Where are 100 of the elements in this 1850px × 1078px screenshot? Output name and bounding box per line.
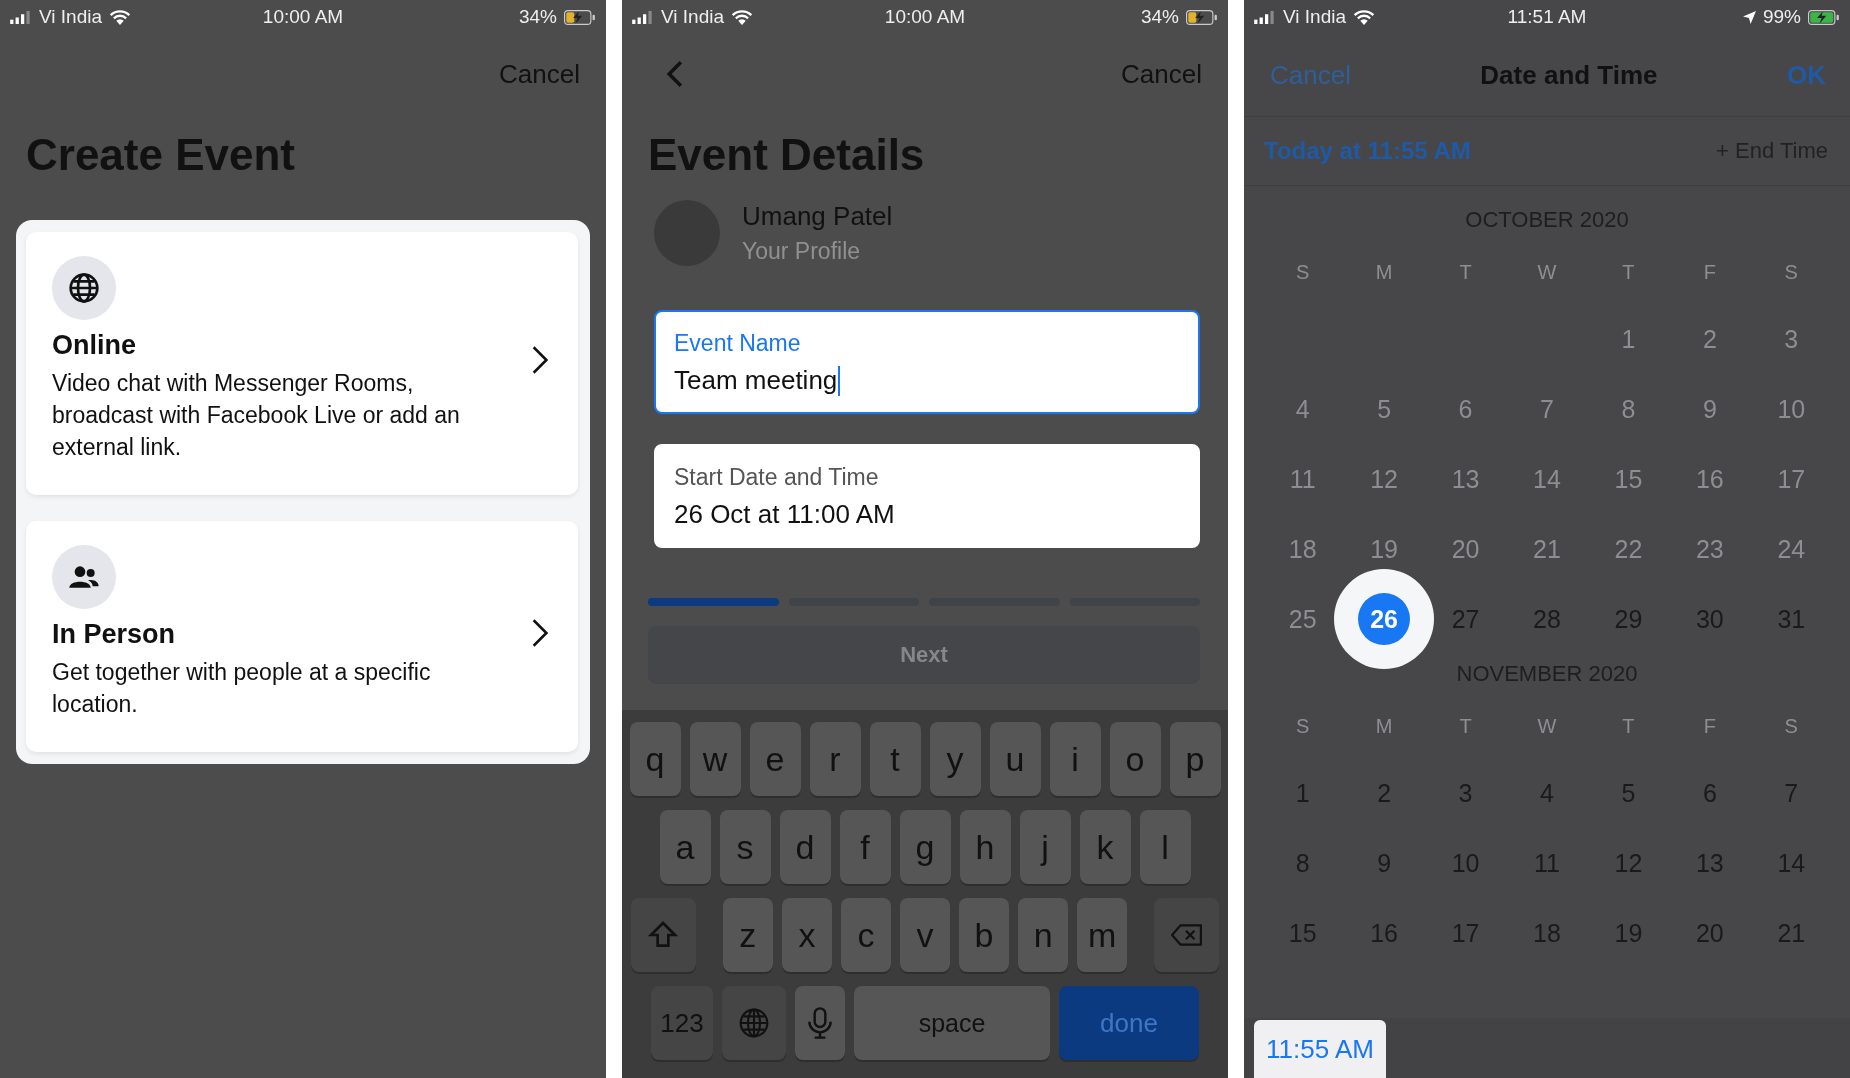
keyboard-key[interactable]: h [959,810,1011,884]
keyboard-key[interactable]: q [629,722,681,796]
signal-icon [10,10,32,24]
calendar-day[interactable]: 15 [1614,464,1643,494]
keyboard-key[interactable]: d [779,810,831,884]
status-time: 10:00 AM [884,6,966,28]
keyboard-key[interactable]: w [689,722,741,796]
calendar-day[interactable]: 19 [1370,534,1399,564]
space-key[interactable]: space [854,986,1050,1060]
input-field[interactable]: Event Name Team meeting [654,310,1200,414]
weekday-label: F [1703,260,1716,285]
keyboard-key[interactable]: y [929,722,981,796]
calendar-day[interactable]: 7 [1540,394,1554,424]
event-type-option[interactable]: Online Video chat with Messenger Rooms, broadcast with Facebook Live or add an external link. [26,232,578,495]
keyboard-key[interactable]: j [1019,810,1071,884]
calendar-day[interactable]: 3 [1784,324,1799,354]
cancel-button[interactable]: Cancel [499,58,580,90]
calendar-day[interactable]: 26 [1358,593,1411,645]
carrier-name: Vi India [39,6,103,28]
screen-title: Date and Time [1480,59,1658,91]
weekday-label: W [1537,260,1557,285]
calendar-day[interactable]: 21 [1533,534,1561,564]
keyboard-key[interactable]: f [839,810,891,884]
calendar-day[interactable]: 13 [1451,464,1480,494]
battery-percent: 34% [518,6,557,28]
screen-title: Event Details [648,129,926,181]
keyboard-key[interactable]: m [1077,898,1128,972]
event-type-option[interactable]: In Person Get together with people at a specific location. [26,521,578,752]
wifi-icon [731,9,754,25]
weekday-label: M [1375,260,1393,285]
calendar-day[interactable]: 10 [1777,394,1806,424]
battery-percent: 99% [1762,6,1801,28]
weekday-label: M [1375,714,1393,739]
calendar-day[interactable]: 23 [1695,534,1724,564]
back-chevron-icon[interactable] [666,60,684,88]
keyboard-key[interactable]: i [1049,722,1101,796]
wifi-icon [109,9,132,25]
weekday-label: W [1537,714,1557,739]
keyboard-key[interactable]: s [719,810,771,884]
screen-title: Create Event [26,129,296,181]
globe-key[interactable] [722,986,786,1060]
wifi-icon [1353,9,1376,25]
delete-key[interactable] [1154,898,1219,972]
carrier-name: Vi India [1283,6,1347,28]
calendar-day[interactable]: 6 [1458,394,1473,424]
keyboard-key[interactable]: z [722,898,773,972]
weekday-label: F [1703,714,1716,739]
cancel-button[interactable]: Cancel [1121,58,1202,90]
option-title: Online [52,330,137,361]
weekday-label: S [1296,260,1310,285]
calendar-day[interactable]: 16 [1695,464,1724,494]
keyboard-key[interactable]: u [989,722,1041,796]
option-description: Get together with people at a specific location. [52,658,432,719]
keyboard-key[interactable]: b [959,898,1010,972]
calendar-day[interactable]: 4 [1295,394,1310,424]
start-time-button[interactable]: Today at 11:55 AM [1264,137,1471,165]
keyboard-key[interactable]: l [1139,810,1191,884]
calendar-day[interactable]: 8 [1621,394,1636,424]
calendar-day[interactable]: 11 [1289,464,1316,494]
microphone-key[interactable] [795,986,845,1060]
keyboard-key[interactable]: p [1169,722,1221,796]
input-field[interactable]: Start Date and Time 26 Oct at 11:00 AM [654,444,1200,548]
keyboard-key[interactable]: n [1018,898,1069,972]
weekday-label: T [1622,714,1635,739]
weekday-label: T [1622,260,1635,285]
keyboard-key[interactable]: v [899,898,951,972]
calendar-day[interactable]: 22 [1614,534,1643,564]
battery-charging-icon [1808,9,1840,25]
calendar-day[interactable]: 1 [1621,324,1636,354]
calendar-day[interactable]: 25 [1288,604,1317,634]
calendar-day[interactable]: 2 [1702,324,1717,354]
profile-subtitle: Your Profile [742,238,862,265]
calendar-day[interactable]: 20 [1451,534,1480,564]
keyboard-key[interactable]: g [899,810,951,884]
shift-key[interactable] [631,898,696,972]
keyboard-key[interactable]: c [840,898,891,972]
signal-icon [1254,10,1276,24]
weekday-label: S [1784,714,1798,739]
done-key[interactable]: done [1059,986,1199,1060]
globe-icon [738,1007,770,1039]
keyboard-key[interactable]: r [809,722,861,796]
calendar-day[interactable]: 5 [1377,394,1392,424]
calendar-day[interactable]: 18 [1288,534,1317,564]
keyboard-key[interactable]: o [1109,722,1161,796]
keyboard-key[interactable]: a [659,810,711,884]
calendar-day[interactable]: 17 [1777,464,1806,494]
calendar-day[interactable]: 12 [1370,464,1399,494]
keyboard-key[interactable]: e [749,722,801,796]
time-button[interactable]: 11:55 AM [1254,1020,1386,1078]
cancel-button[interactable]: Cancel [1270,59,1351,91]
calendar-day[interactable]: 14 [1533,464,1561,494]
calendar-day[interactable]: 9 [1702,394,1717,424]
calendar-day[interactable]: 24 [1777,534,1806,564]
keyboard-key[interactable]: x [781,898,832,972]
ok-button[interactable]: OK [1787,59,1826,91]
keyboard-key[interactable]: t [869,722,921,796]
keyboard-key[interactable]: k [1079,810,1131,884]
battery-percent: 34% [1140,6,1179,28]
option-description: Video chat with Messenger Rooms, broadcast with Facebook Live or add an external link. [52,369,461,462]
battery-charging-icon [1186,9,1218,25]
